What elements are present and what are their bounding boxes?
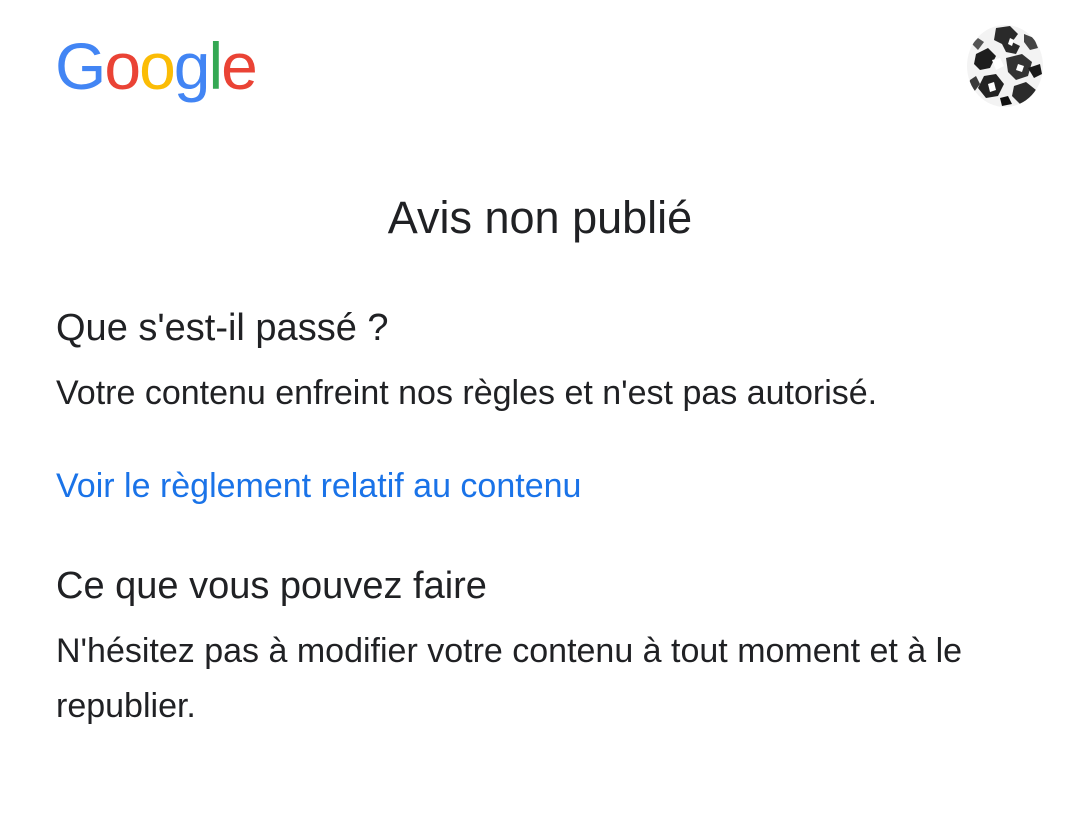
what-happened-heading: Que s'est-il passé ? (56, 307, 389, 349)
page-title: Avis non publié (387, 192, 693, 243)
account-avatar-icon[interactable] (966, 24, 1044, 108)
what-happened-text: Votre contenu enfreint nos règles et n'e… (56, 374, 878, 412)
logo-letter: G (55, 29, 106, 103)
review-not-published-page: Google Avis non publié Que s'est-il pass… (0, 0, 1080, 829)
logo-letter: o (139, 29, 176, 103)
top-bar: Google (0, 0, 1080, 130)
logo-letter: l (208, 29, 224, 103)
logo-letter: e (221, 29, 258, 103)
google-logo: Google (55, 26, 258, 106)
what-you-can-do-heading: Ce que vous pouvez faire (56, 565, 487, 607)
logo-letter: g (173, 29, 211, 103)
what-you-can-do-text: N'hésitez pas à modifier votre contenu à… (56, 632, 963, 725)
content-policy-link[interactable]: Voir le règlement relatif au contenu (56, 462, 581, 510)
logo-letter: o (104, 29, 141, 103)
avatar-image (967, 25, 1043, 107)
